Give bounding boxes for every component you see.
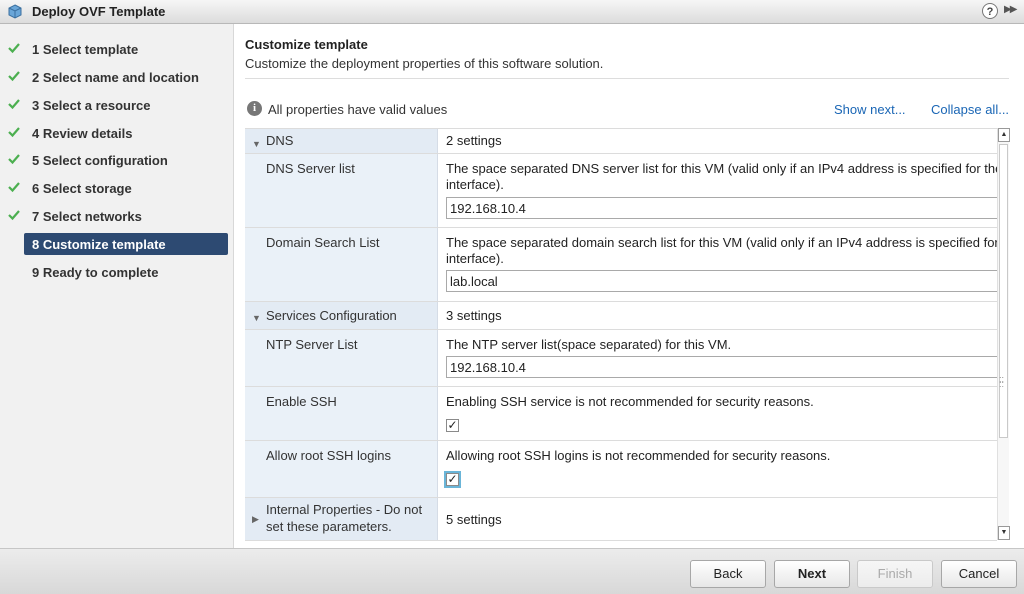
step-label: 6 Select storage bbox=[32, 181, 132, 196]
property-row-dns-server: DNS Server list The space separated DNS … bbox=[245, 154, 997, 228]
collapse-triangle-icon[interactable]: ▼ bbox=[252, 139, 261, 149]
wizard-footer: Back Next Finish Cancel bbox=[0, 548, 1024, 594]
next-button[interactable]: Next bbox=[774, 560, 850, 588]
expand-triangle-icon[interactable]: ▶ bbox=[252, 514, 259, 525]
check-icon bbox=[8, 71, 20, 82]
check-icon bbox=[8, 99, 20, 110]
step-label: 9 Ready to complete bbox=[32, 265, 159, 280]
step-label: 8 Customize template bbox=[32, 237, 166, 252]
step-label: 5 Select configuration bbox=[32, 153, 168, 168]
show-next-link[interactable]: Show next... bbox=[834, 102, 906, 117]
collapse-all-link[interactable]: Collapse all... bbox=[931, 102, 1009, 117]
step-label: 7 Select networks bbox=[32, 209, 142, 224]
row-label-cell: Enable SSH bbox=[245, 387, 438, 440]
row-label-cell: ▶ Internal Properties - Do not set these… bbox=[245, 498, 438, 540]
row-label-cell: Allow root SSH logins bbox=[245, 441, 438, 497]
group-name: DNS bbox=[266, 133, 294, 148]
property-description: Enabling SSH service is not recommended … bbox=[446, 394, 814, 409]
scroll-down-icon[interactable]: ▼ bbox=[998, 526, 1010, 540]
main-panel: Customize template Customize the deploym… bbox=[234, 24, 1024, 548]
domain-search-input[interactable] bbox=[446, 270, 997, 292]
property-description-cont: interface). bbox=[446, 251, 504, 266]
property-description: The space separated DNS server list for … bbox=[446, 161, 997, 176]
property-name: NTP Server List bbox=[266, 337, 358, 352]
scroll-up-icon[interactable]: ▲ bbox=[998, 128, 1010, 142]
group-count: 2 settings bbox=[446, 133, 502, 148]
step-label: 2 Select name and location bbox=[32, 70, 199, 85]
row-label-cell: DNS Server list bbox=[245, 154, 438, 227]
row-label-cell: NTP Server List bbox=[245, 330, 438, 386]
dns-server-input[interactable] bbox=[446, 197, 997, 219]
check-icon bbox=[8, 154, 20, 165]
ovf-app-icon bbox=[8, 4, 22, 19]
step-select-networks[interactable]: 7 Select networks bbox=[0, 205, 234, 229]
divider bbox=[245, 78, 1009, 79]
info-icon: i bbox=[247, 101, 262, 116]
collapse-triangle-icon[interactable]: ▼ bbox=[252, 313, 261, 323]
finish-button[interactable]: Finish bbox=[857, 560, 933, 588]
check-icon bbox=[8, 127, 20, 138]
step-label: 4 Review details bbox=[32, 126, 133, 141]
group-name-cont: set these parameters. bbox=[266, 519, 392, 534]
help-icon[interactable]: ? bbox=[982, 3, 998, 19]
group-count: 5 settings bbox=[446, 512, 502, 527]
property-name: Allow root SSH logins bbox=[266, 448, 391, 463]
properties-grid: ▼ DNS 2 settings DNS Server list The spa… bbox=[245, 128, 997, 541]
step-select-storage[interactable]: 6 Select storage bbox=[0, 177, 234, 201]
scroll-thumb[interactable] bbox=[999, 144, 1008, 438]
group-name: Services Configuration bbox=[266, 308, 397, 323]
step-ready-to-complete[interactable]: 9 Ready to complete bbox=[0, 261, 234, 285]
property-row-domain-search: Domain Search List The space separated d… bbox=[245, 228, 997, 302]
enable-ssh-checkbox[interactable]: ✓ bbox=[446, 419, 459, 432]
window-titlebar: Deploy OVF Template ? ▶▶ bbox=[0, 0, 1024, 24]
group-count: 3 settings bbox=[446, 308, 502, 323]
check-icon bbox=[8, 210, 20, 221]
expand-icon[interactable]: ▶▶ bbox=[1004, 4, 1017, 15]
property-description: The space separated domain search list f… bbox=[446, 235, 997, 250]
grid-scrollbar[interactable]: ▲ ▼ bbox=[997, 128, 1010, 540]
step-review-details[interactable]: 4 Review details bbox=[0, 122, 234, 146]
validity-status: All properties have valid values bbox=[268, 102, 448, 117]
property-description: The NTP server list(space separated) for… bbox=[446, 337, 732, 352]
page-title: Customize template bbox=[245, 37, 368, 52]
property-name: DNS Server list bbox=[266, 161, 355, 176]
property-name: Domain Search List bbox=[266, 235, 380, 250]
ntp-server-input[interactable] bbox=[446, 356, 997, 378]
resize-grip-icon[interactable]: :::: bbox=[999, 375, 1004, 389]
step-label: 3 Select a resource bbox=[32, 98, 151, 113]
group-row-internal[interactable]: ▶ Internal Properties - Do not set these… bbox=[245, 498, 997, 541]
row-label-cell: ▼ Services Configuration bbox=[245, 302, 438, 329]
row-label-cell: ▼ DNS bbox=[245, 129, 438, 153]
allow-root-ssh-checkbox[interactable]: ✓ bbox=[446, 473, 459, 486]
back-button[interactable]: Back bbox=[690, 560, 766, 588]
group-row-services[interactable]: ▼ Services Configuration 3 settings bbox=[245, 302, 997, 330]
property-description-cont: interface). bbox=[446, 177, 504, 192]
window-title: Deploy OVF Template bbox=[32, 4, 166, 19]
row-label-cell: Domain Search List bbox=[245, 228, 438, 301]
step-label: 1 Select template bbox=[32, 42, 139, 57]
step-select-name-location[interactable]: 2 Select name and location bbox=[0, 66, 234, 90]
check-icon bbox=[8, 43, 20, 54]
step-select-resource[interactable]: 3 Select a resource bbox=[0, 94, 234, 118]
group-name: Internal Properties - Do not bbox=[266, 502, 423, 517]
cancel-button[interactable]: Cancel bbox=[941, 560, 1017, 588]
page-subtitle: Customize the deployment properties of t… bbox=[245, 56, 604, 71]
wizard-steps: 1 Select template 2 Select name and loca… bbox=[0, 24, 234, 548]
group-row-dns[interactable]: ▼ DNS 2 settings bbox=[245, 129, 997, 154]
property-row-root-ssh: Allow root SSH logins Allowing root SSH … bbox=[245, 441, 997, 498]
property-name: Enable SSH bbox=[266, 394, 337, 409]
property-row-enable-ssh: Enable SSH Enabling SSH service is not r… bbox=[245, 387, 997, 441]
property-row-ntp: NTP Server List The NTP server list(spac… bbox=[245, 330, 997, 387]
step-select-template[interactable]: 1 Select template bbox=[0, 38, 234, 62]
step-customize-template[interactable]: 8 Customize template bbox=[0, 233, 234, 257]
step-select-configuration[interactable]: 5 Select configuration bbox=[0, 149, 234, 173]
check-icon bbox=[8, 182, 20, 193]
property-description: Allowing root SSH logins is not recommen… bbox=[446, 448, 831, 463]
